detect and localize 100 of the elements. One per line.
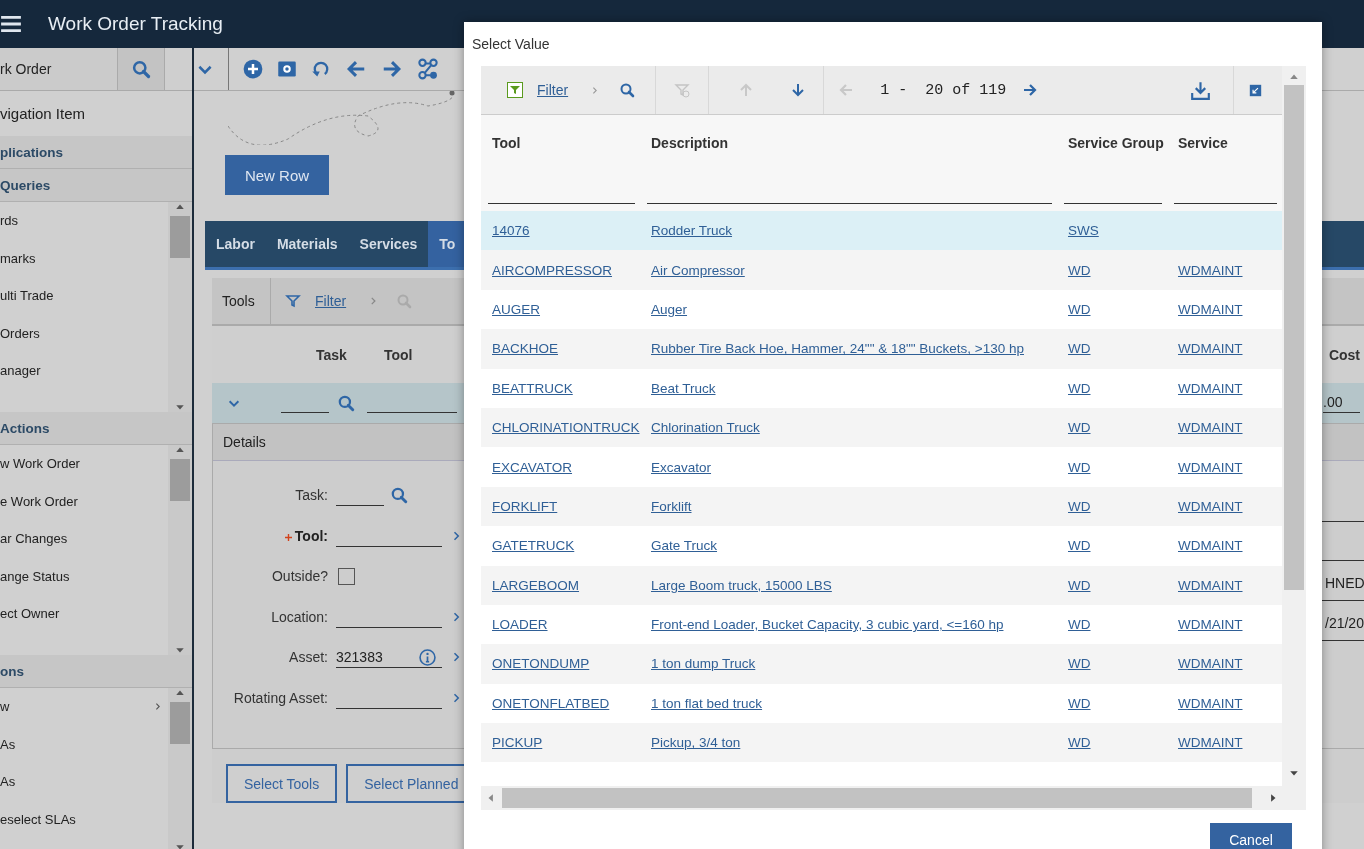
- table-link[interactable]: SWS: [1068, 223, 1099, 239]
- table-link[interactable]: FORKLIFT: [492, 498, 558, 514]
- table-link[interactable]: Beat Truck: [651, 380, 716, 396]
- table-row[interactable]: ONETONDUMP 1 ton dump Truck WD WDMAINT: [481, 644, 1282, 684]
- table-link[interactable]: BACKHOE: [492, 341, 559, 357]
- table-link[interactable]: 14076: [492, 223, 530, 239]
- table-link[interactable]: WD: [1068, 656, 1091, 672]
- table-link[interactable]: Air Compressor: [651, 262, 745, 278]
- tab[interactable]: Services: [348, 221, 429, 267]
- table-row[interactable]: FORKLIFT Forklift WD WDMAINT: [481, 486, 1282, 527]
- section-title: Tools: [212, 278, 271, 324]
- table-link[interactable]: Excavator: [651, 459, 712, 475]
- table-row[interactable]: PICKUP Pickup, 3/4 ton WD WDMAINT: [481, 723, 1282, 763]
- table-link[interactable]: WDMAINT: [1178, 695, 1243, 711]
- table-row[interactable]: 14076 Rodder Truck SWS: [481, 211, 1282, 251]
- table-link[interactable]: WDMAINT: [1178, 380, 1243, 396]
- menu-item[interactable]: rds: [0, 202, 168, 240]
- menu-item[interactable]: ulti Trade: [0, 277, 168, 315]
- table-link[interactable]: WD: [1068, 577, 1091, 593]
- table-link[interactable]: WD: [1068, 695, 1091, 711]
- table-link[interactable]: PICKUP: [492, 735, 543, 751]
- table-link[interactable]: 1 ton dump Truck: [651, 656, 756, 672]
- table-link[interactable]: WDMAINT: [1178, 577, 1243, 593]
- column-header: Cost: [1327, 346, 1360, 363]
- menu-item[interactable]: As: [0, 763, 168, 801]
- column-header: Description: [651, 135, 728, 151]
- table-link[interactable]: WDMAINT: [1178, 262, 1243, 278]
- input-field[interactable]: 321383: [336, 646, 442, 669]
- menu-item[interactable]: marks: [0, 239, 168, 277]
- table-link[interactable]: WDMAINT: [1178, 656, 1243, 672]
- cost-field[interactable]: .00: [1323, 393, 1360, 413]
- action-button[interactable]: Select Tools: [226, 764, 338, 803]
- cancel-button[interactable]: Cancel: [1210, 823, 1292, 849]
- menu-item[interactable]: ar Changes: [0, 520, 168, 558]
- table-link[interactable]: WD: [1068, 341, 1091, 357]
- table-link[interactable]: ONETONFLATBED: [492, 695, 610, 711]
- table-row[interactable]: AIRCOMPRESSOR Air Compressor WD WDMAINT: [481, 250, 1282, 290]
- table-link[interactable]: BEATTRUCK: [492, 380, 573, 396]
- menu-item[interactable]: ange Status: [0, 557, 168, 595]
- table-link[interactable]: ONETONDUMP: [492, 656, 590, 672]
- dialog-title: Select Value: [471, 35, 550, 52]
- table-row[interactable]: CHLORINATIONTRUCK Chlorination Truck WD WDMAINT: [481, 407, 1282, 448]
- table-link[interactable]: WD: [1068, 301, 1091, 317]
- table-link[interactable]: Rubber Tire Back Hoe, Hammer, 24"" & 18"" Buckets, >130 hp: [651, 341, 1024, 357]
- app-title: Work Order Tracking: [48, 13, 223, 35]
- section-heading: ons: [0, 655, 192, 688]
- field-label: Task:: [295, 487, 328, 504]
- field-label: Tool:: [294, 527, 328, 544]
- new-row-button[interactable]: New Row: [225, 155, 329, 195]
- table-link[interactable]: Pickup, 3/4 ton: [651, 735, 741, 751]
- field-label: Rotating Asset:: [233, 689, 328, 706]
- table-link[interactable]: EXCAVATOR: [492, 459, 573, 475]
- table-link[interactable]: LARGEBOOM: [492, 577, 580, 593]
- section-heading: Actions: [0, 412, 192, 445]
- table-link[interactable]: WDMAINT: [1178, 459, 1243, 475]
- table-link[interactable]: WDMAINT: [1178, 498, 1243, 514]
- table-link[interactable]: WD: [1068, 380, 1091, 396]
- table-link[interactable]: LOADER: [492, 617, 548, 633]
- table-link[interactable]: WDMAINT: [1178, 538, 1243, 554]
- table-link[interactable]: WD: [1068, 538, 1091, 554]
- table-link[interactable]: AIRCOMPRESSOR: [492, 262, 613, 278]
- table-link[interactable]: WD: [1068, 735, 1091, 751]
- menu-item[interactable]: w Work Order: [0, 445, 168, 483]
- menu-item[interactable]: ect Owner: [0, 595, 168, 633]
- filter-link[interactable]: Filter: [315, 293, 347, 309]
- table-link[interactable]: Auger: [651, 301, 688, 317]
- menu-item-label[interactable]: w: [0, 699, 10, 715]
- page-range: 1 - 20 of 119: [880, 81, 1007, 99]
- table-link[interactable]: Forklift: [651, 498, 692, 514]
- table-link[interactable]: AUGER: [492, 301, 540, 317]
- table-link[interactable]: Rodder Truck: [651, 223, 733, 239]
- table-link[interactable]: Large Boom truck, 15000 LBS: [651, 577, 832, 593]
- table-link[interactable]: WDMAINT: [1178, 617, 1243, 633]
- table-link[interactable]: WD: [1068, 617, 1091, 633]
- tab[interactable]: To: [428, 221, 467, 267]
- table-link[interactable]: GATETRUCK: [492, 538, 575, 554]
- menu-item[interactable]: eselect SLAs: [0, 800, 168, 838]
- table-link[interactable]: Front-end Loader, Bucket Capacity, 3 cubic yard, <=160 hp: [651, 617, 1004, 633]
- table-link[interactable]: WD: [1068, 498, 1091, 514]
- column-header: Tool: [492, 135, 521, 151]
- filter-link[interactable]: Filter: [537, 82, 569, 98]
- tab[interactable]: Labor: [205, 221, 266, 267]
- table-row[interactable]: LARGEBOOM Large Boom truck, 15000 LBS WD WDMAINT: [481, 565, 1282, 605]
- table-link[interactable]: WDMAINT: [1178, 341, 1243, 357]
- menu-item[interactable]: Orders: [0, 314, 168, 352]
- table-link[interactable]: 1 ton flat bed truck: [651, 695, 763, 711]
- menu-item[interactable]: As: [0, 725, 168, 763]
- table-link[interactable]: WDMAINT: [1178, 735, 1243, 751]
- menu-item[interactable]: anager: [0, 352, 168, 390]
- column-header: Service Group: [1068, 135, 1164, 151]
- table-row[interactable]: BACKHOE Rubber Tire Back Hoe, Hammer, 24"" & 18"" Buckets, >130 hp WD WDMAINT: [481, 329, 1282, 369]
- tab[interactable]: Materials: [265, 221, 349, 267]
- table-link[interactable]: WD: [1068, 459, 1091, 475]
- field-label: Location:: [271, 608, 328, 625]
- column-header: Task: [316, 346, 347, 363]
- table-link[interactable]: WD: [1068, 262, 1091, 278]
- table-link[interactable]: Gate Truck: [651, 538, 718, 554]
- menu-item[interactable]: e Work Order: [0, 482, 168, 520]
- table-link[interactable]: WDMAINT: [1178, 301, 1243, 317]
- search-field[interactable]: rk Order: [0, 48, 118, 90]
